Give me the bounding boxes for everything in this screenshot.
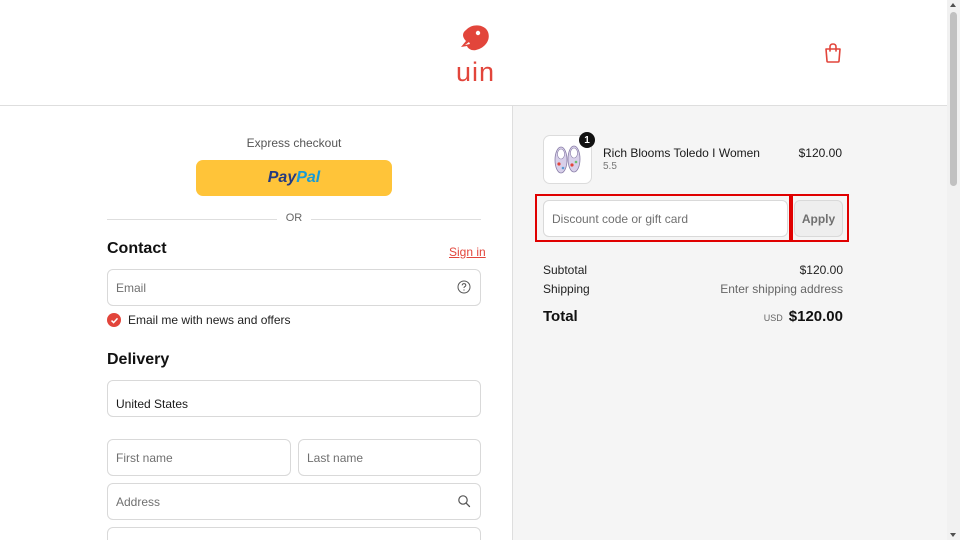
checkout-form: Express checkout Pay Pal OR Contact Sign …: [0, 106, 512, 540]
last-name-field[interactable]: [299, 440, 480, 475]
newsletter-option[interactable]: Email me with news and offers: [107, 313, 291, 327]
scrollbar-thumb[interactable]: [950, 12, 957, 186]
or-label: OR: [285, 212, 303, 224]
scroll-down-icon[interactable]: [950, 533, 956, 537]
paypal-logo-pay: Pay: [267, 169, 297, 186]
logo-text: uin: [456, 57, 496, 87]
country-value: United States: [116, 397, 189, 411]
newsletter-label: Email me with news and offers: [128, 313, 291, 327]
shopping-bag-icon[interactable]: [823, 42, 843, 64]
product-name: Rich Blooms Toledo I Women: [603, 146, 760, 160]
divider-line-right: [311, 219, 481, 220]
address-field-wrapper: [107, 483, 481, 520]
subtotal-row: Subtotal $120.00: [543, 263, 843, 277]
discount-code-input[interactable]: [544, 201, 787, 236]
sign-in-link[interactable]: Sign in: [449, 245, 486, 259]
shipping-row: Shipping Enter shipping address: [543, 282, 843, 296]
email-field[interactable]: [108, 270, 480, 305]
total-label: Total: [543, 308, 578, 325]
total-row: Total USD $120.00: [543, 308, 843, 326]
checkmark-icon: [110, 317, 118, 324]
subtotal-value: $120.00: [799, 263, 843, 277]
product-variant: 5.5: [603, 161, 617, 172]
last-name-field-wrapper: [298, 439, 481, 476]
total-value: $120.00: [788, 308, 843, 325]
search-icon[interactable]: [457, 494, 471, 508]
address-field[interactable]: [108, 484, 480, 519]
first-name-field-wrapper: [107, 439, 291, 476]
apply-discount-button[interactable]: Apply: [794, 200, 843, 237]
shipping-value: Enter shipping address: [720, 282, 843, 296]
address-line-2-field-wrapper[interactable]: [107, 527, 481, 540]
checkout-header: uin: [0, 0, 947, 106]
order-summary: 1 Rich Blooms Toledo I Women 5.5 $120.00…: [512, 106, 947, 540]
delivery-title: Delivery: [107, 351, 170, 368]
or-divider: OR: [107, 212, 481, 226]
contact-title: Contact: [107, 240, 167, 257]
shipping-label: Shipping: [543, 282, 590, 296]
country-select[interactable]: United States: [107, 380, 481, 417]
express-checkout-label: Express checkout: [246, 136, 342, 150]
currency-code: USD: [763, 313, 783, 323]
paypal-logo-pal: Pal: [296, 169, 321, 186]
page-scrollbar[interactable]: [947, 0, 960, 540]
product-price: $120.00: [798, 146, 842, 160]
newsletter-checkbox[interactable]: [107, 313, 121, 327]
question-circle-icon[interactable]: [457, 280, 471, 294]
subtotal-label: Subtotal: [543, 263, 588, 277]
scroll-up-icon[interactable]: [950, 3, 956, 7]
paypal-button[interactable]: Pay Pal: [196, 160, 392, 196]
first-name-field[interactable]: [108, 440, 290, 475]
email-field-wrapper: [107, 269, 481, 306]
discount-field-wrapper: [543, 200, 788, 237]
quantity-badge: 1: [579, 132, 595, 148]
